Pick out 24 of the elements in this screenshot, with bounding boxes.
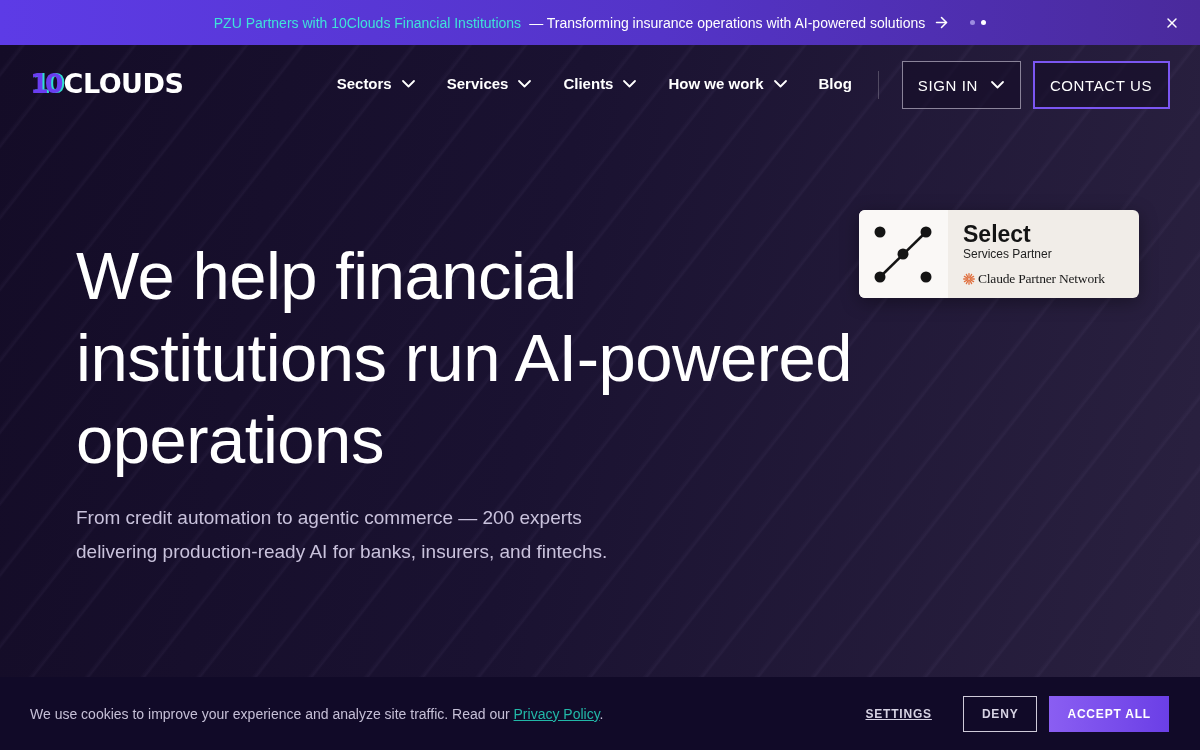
nav-link[interactable]: Clients bbox=[563, 75, 637, 92]
badge-subtitle: Services Partner bbox=[963, 247, 1053, 262]
nav-link[interactable]: How we work bbox=[668, 75, 787, 92]
nav-link[interactable]: Blog bbox=[818, 75, 852, 92]
cookie-notice: We use cookies to improve your experience and analyze site traffic. Read our Privacy Policy. bbox=[30, 705, 604, 722]
carousel-dot[interactable] bbox=[981, 20, 987, 25]
accept-all-button[interactable]: ACCEPT ALL bbox=[1049, 695, 1169, 732]
node-graph-icon bbox=[859, 210, 948, 298]
nav-link[interactable]: Sectors bbox=[336, 75, 415, 92]
contact-button[interactable]: CONTACT US bbox=[1032, 61, 1170, 109]
hero-heading: We help financial institutions run AI-powered operations bbox=[76, 237, 854, 479]
hero-subtitle: From credit automation to agentic commerce — 200 experts delivering production-ready AI for banks, insurers, and fintechs. bbox=[76, 506, 609, 564]
deny-button[interactable]: DENY bbox=[962, 695, 1038, 732]
announcement-link[interactable]: PZU Partners with 10Clouds Financial Institutions bbox=[213, 14, 522, 31]
privacy-policy-link[interactable]: Privacy Policy bbox=[513, 705, 600, 722]
carousel-dot[interactable] bbox=[970, 20, 976, 25]
starburst-icon bbox=[963, 273, 975, 285]
announcement-text: — Transforming insurance operations with AI-powered solutions bbox=[529, 14, 926, 31]
badge-title: Select bbox=[963, 221, 1032, 247]
logo[interactable]: 10CLOUDS bbox=[30, 68, 184, 99]
sign-in-button[interactable]: SIGN IN bbox=[901, 61, 1021, 109]
settings-link[interactable]: SETTINGS bbox=[865, 706, 932, 721]
nav-link[interactable]: Services bbox=[446, 75, 532, 92]
network-name: Claude Partner Network bbox=[978, 271, 1105, 287]
